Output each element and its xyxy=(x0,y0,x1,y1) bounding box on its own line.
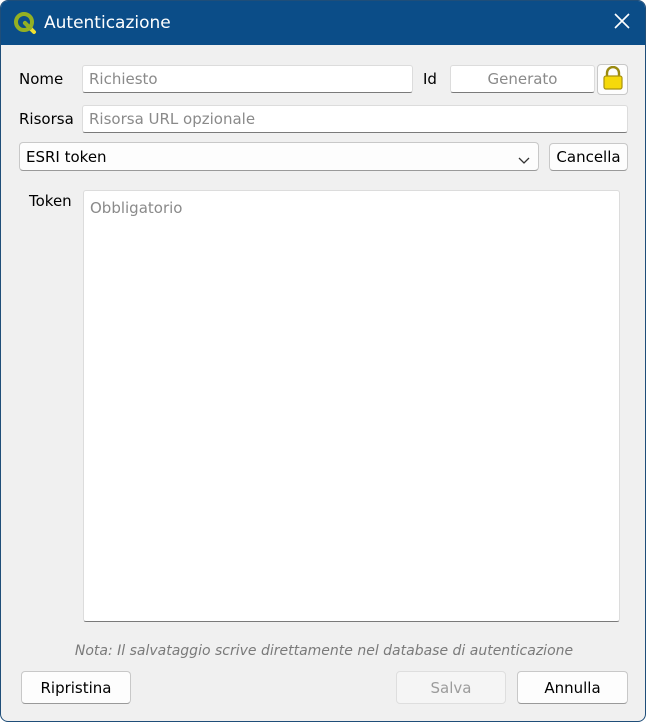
id-label: Id xyxy=(423,70,437,88)
chevron-down-icon xyxy=(518,151,530,164)
save-note: Nota: Il salvataggio scrive direttamente… xyxy=(74,643,574,659)
lock-icon xyxy=(602,65,624,94)
window-title: Autenticazione xyxy=(44,13,171,33)
token-label: Token xyxy=(29,192,72,210)
name-label: Nome xyxy=(19,70,64,88)
auth-dialog: Autenticazione Nome Id Risorsa ESRI toke… xyxy=(0,0,646,722)
cancel-button[interactable]: Annulla xyxy=(517,671,628,704)
id-input[interactable] xyxy=(450,65,595,93)
save-button[interactable]: Salva xyxy=(396,671,506,704)
resource-label: Risorsa xyxy=(19,110,74,128)
title-bar: Autenticazione xyxy=(1,1,645,45)
reset-button[interactable]: Ripristina xyxy=(21,671,131,704)
name-input[interactable] xyxy=(82,65,413,93)
auth-method-select[interactable]: ESRI token xyxy=(19,142,539,171)
resource-input[interactable] xyxy=(82,105,628,133)
qgis-logo-icon xyxy=(13,11,37,35)
close-button[interactable] xyxy=(599,1,645,45)
clear-button[interactable]: Cancella xyxy=(549,143,628,171)
auth-method-value: ESRI token xyxy=(26,148,107,166)
close-icon xyxy=(614,13,630,33)
token-textarea[interactable] xyxy=(83,190,620,622)
lock-button[interactable] xyxy=(597,64,628,95)
